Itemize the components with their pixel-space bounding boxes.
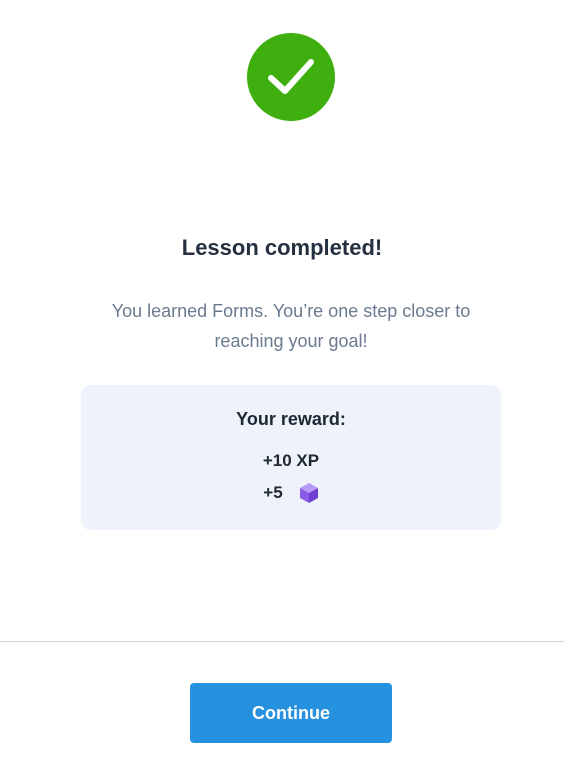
reward-title: Your reward: — [236, 409, 346, 429]
lesson-message: You learned Forms. You’re one step close… — [82, 296, 500, 356]
page-title: Lesson completed! — [181, 235, 383, 260]
lesson-message-line-2: reaching your goal! — [214, 331, 368, 351]
reward-xp: +10 XP — [262, 451, 320, 470]
continue-button[interactable]: Continue — [190, 683, 392, 743]
checkmark-icon — [247, 33, 335, 121]
gem-icon — [299, 482, 319, 504]
footer-divider — [0, 641, 564, 642]
reward-card: Your reward: +10 XP +5 — [81, 385, 501, 530]
lesson-complete-screen: Lesson completed! You learned Forms. You… — [0, 0, 564, 757]
reward-gems: +5 — [81, 482, 501, 504]
lesson-message-line-1: You learned Forms. You’re one step close… — [111, 301, 471, 321]
reward-gems-count: +5 — [263, 483, 283, 502]
